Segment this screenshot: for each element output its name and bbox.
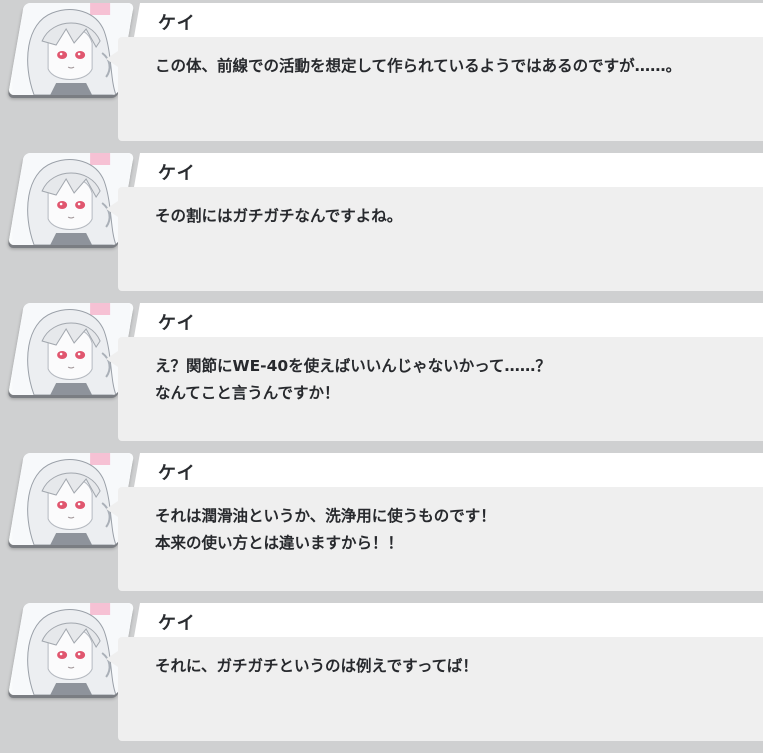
bubble-tail	[106, 501, 118, 517]
bubble-tail	[106, 201, 118, 217]
avatar	[8, 603, 135, 695]
message-text: その割にはガチガチなんですよね。	[155, 203, 745, 230]
speaker-name: ケイ	[158, 313, 196, 334]
speaker-name-bar	[134, 3, 763, 37]
character-portrait-icon	[12, 603, 131, 695]
message-text: それに、ガチガチというのは例えですってば！	[155, 653, 745, 680]
character-portrait-icon	[12, 303, 131, 395]
character-portrait-icon	[12, 3, 131, 95]
bubble-tail	[106, 351, 118, 367]
speaker-name: ケイ	[158, 13, 196, 34]
message-line: その割にはガチガチなんですよね。	[155, 207, 403, 225]
message-text: え？関節にWE-40を使えばいいんじゃないかって……？ なんてこと言うんですか！	[155, 353, 745, 407]
avatar	[8, 453, 135, 545]
avatar	[8, 153, 135, 245]
message-line: なんてこと言うんですか！	[155, 384, 340, 402]
avatar	[8, 3, 135, 95]
message-text: それは潤滑油というか、洗浄用に使うものです！ 本来の使い方とは違いますから！！	[155, 503, 745, 557]
character-portrait-icon	[12, 453, 131, 545]
dialogue-message: ケイ その割にはガチガチなんですよね。	[0, 153, 763, 303]
dialogue-message: ケイ え？関節にWE-40を使えばいいんじゃないかって……？ なんてこと言うんで…	[0, 303, 763, 453]
message-text: この体、前線での活動を想定して作られているようではあるのですが……。	[155, 53, 745, 80]
message-line: それは潤滑油というか、洗浄用に使うものです！	[155, 507, 496, 525]
bubble-tail	[106, 51, 118, 67]
dialogue-message: ケイ それに、ガチガチというのは例えですってば！	[0, 603, 763, 753]
message-line: 本来の使い方とは違いますから！！	[155, 534, 404, 552]
dialogue-message: ケイ それは潤滑油というか、洗浄用に使うものです！ 本来の使い方とは違いますから…	[0, 453, 763, 603]
message-line: それに、ガチガチというのは例えですってば！	[155, 657, 478, 675]
speaker-name-bar	[134, 153, 763, 187]
bubble-tail	[106, 651, 118, 667]
speaker-name: ケイ	[158, 463, 196, 484]
speaker-name-bar	[134, 453, 763, 487]
character-portrait-icon	[12, 153, 131, 245]
speaker-name-bar	[134, 303, 763, 337]
message-line: この体、前線での活動を想定して作られているようではあるのですが……。	[155, 57, 682, 75]
speaker-name: ケイ	[158, 613, 196, 634]
speaker-name: ケイ	[158, 163, 196, 184]
speaker-name-bar	[134, 603, 763, 637]
message-line: え？関節にWE-40を使えばいいんじゃないかって……？	[155, 357, 551, 375]
dialogue-message: ケイ この体、前線での活動を想定して作られているようではあるのですが……。	[0, 3, 763, 153]
avatar	[8, 303, 135, 395]
